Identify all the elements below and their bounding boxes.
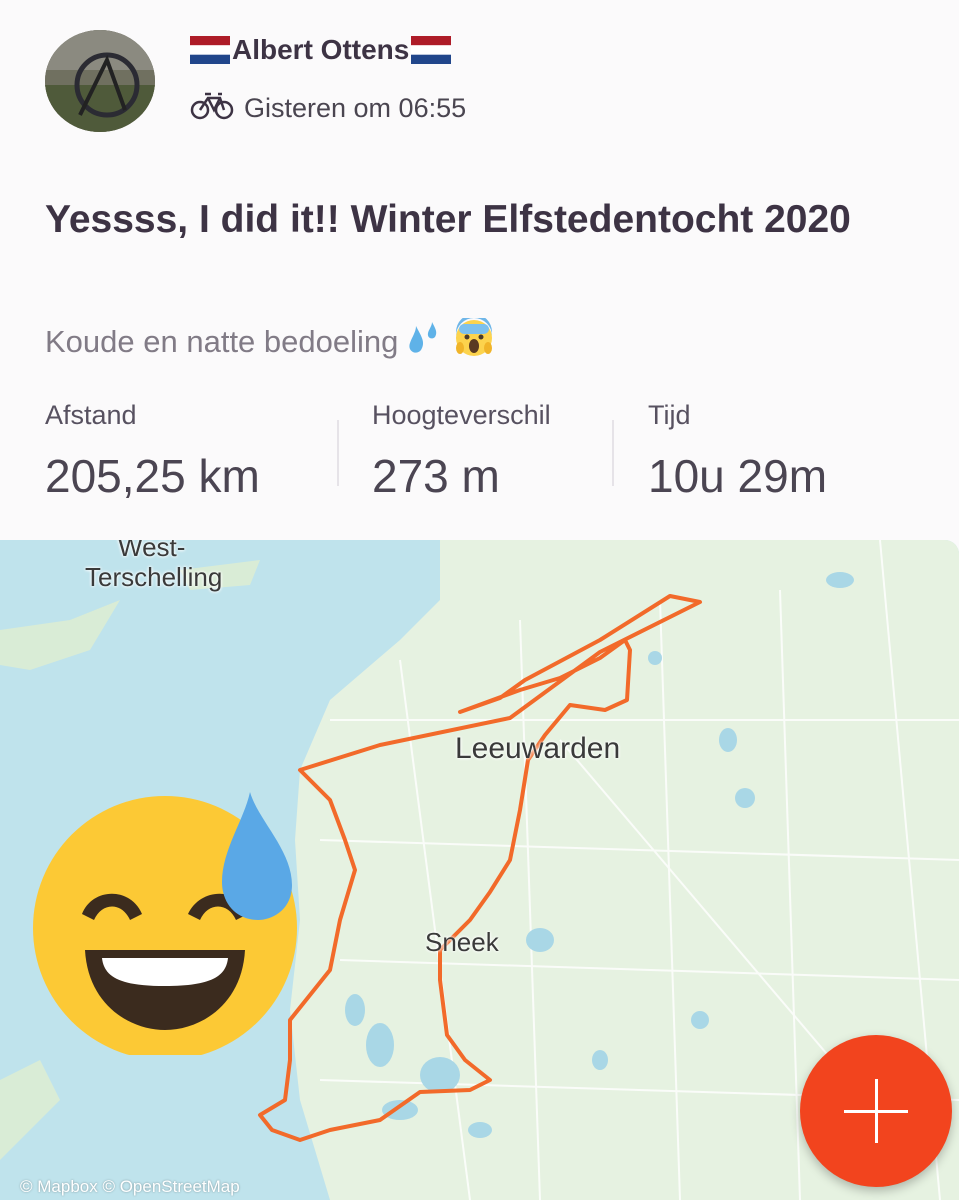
map-attribution[interactable]: © Mapbox © OpenStreetMap [20, 1177, 240, 1197]
stat-label: Afstand [45, 400, 137, 430]
athlete-name[interactable]: Albert Ottens [232, 34, 409, 66]
stat-label: Tijd [648, 400, 691, 430]
add-activity-button[interactable] [800, 1035, 952, 1187]
activity-timestamp: Gisteren om 06:55 [244, 93, 467, 123]
bicycle-icon [190, 90, 234, 127]
netherlands-flag-icon [411, 36, 452, 64]
stat-value: 205,25 km [45, 450, 260, 502]
stat-divider [337, 420, 339, 486]
netherlands-flag-icon [190, 36, 230, 64]
sweat-droplets-icon [404, 318, 448, 366]
stat-time: Tijd 10u 29m [648, 400, 827, 503]
stat-divider [612, 420, 614, 486]
athlete-avatar[interactable] [45, 30, 155, 132]
activity-meta: Gisteren om 06:55 [190, 90, 466, 127]
activity-description-row: Koude en natte bedoeling [45, 314, 494, 366]
stat-elevation: Hoogteverschil 273 m [372, 400, 551, 503]
stat-label: Hoogteverschil [372, 400, 551, 430]
athlete-name-row[interactable]: Albert Ottens [190, 34, 452, 66]
activity-title[interactable]: Yessss, I did it!! Winter Elfstedentocht… [45, 190, 925, 249]
grinning-sweat-face-icon [30, 790, 305, 1060]
map-label-sneek: Sneek [425, 927, 499, 957]
map-label-west-terschelling-2: Terschelling [85, 562, 223, 592]
activity-description: Koude en natte bedoeling [45, 324, 399, 359]
avatar-photo [45, 30, 155, 132]
stat-value: 10u 29m [648, 450, 828, 502]
stat-distance: Afstand 205,25 km [45, 400, 260, 503]
screaming-face-icon [454, 314, 494, 366]
stat-value: 273 m [372, 450, 500, 502]
map-label-west-terschelling-1: West- [118, 540, 186, 562]
map-label-leeuwarden: Leeuwarden [455, 732, 621, 765]
